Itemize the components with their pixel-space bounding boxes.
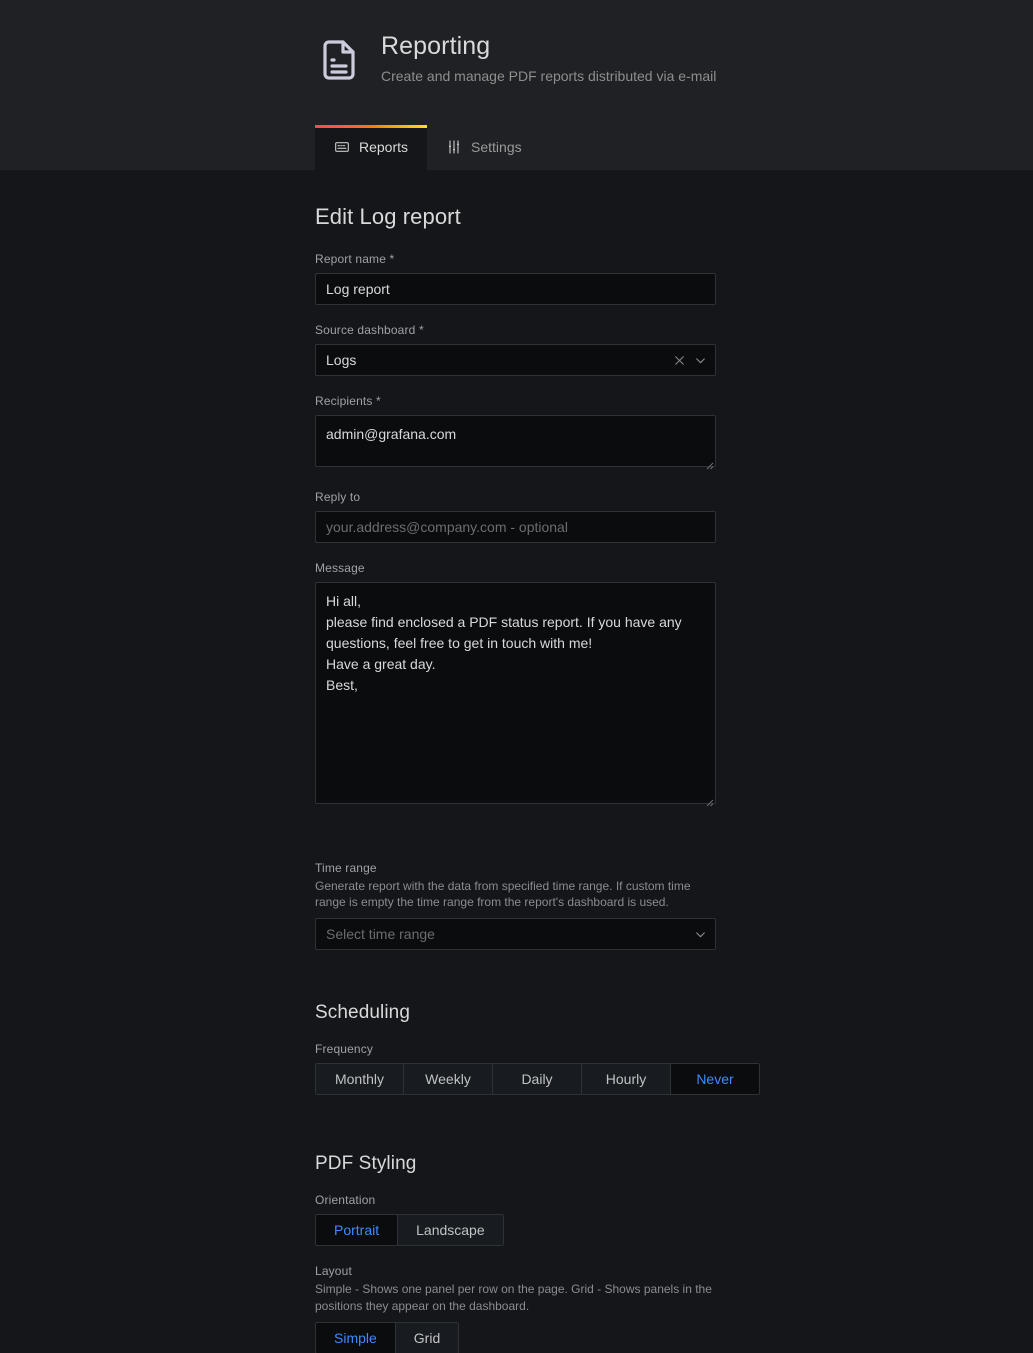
message-label: Message <box>315 561 365 575</box>
orientation-option-portrait[interactable]: Portrait <box>315 1214 399 1247</box>
frequency-option-hourly[interactable]: Hourly <box>582 1063 671 1096</box>
page-subtitle: Create and manage PDF reports distribute… <box>381 67 717 84</box>
report-name-input[interactable] <box>315 273 716 305</box>
source-dashboard-select[interactable]: Logs <box>315 344 716 376</box>
tab-reports-label: Reports <box>359 139 409 155</box>
reports-list-icon <box>334 139 350 155</box>
source-dashboard-value: Logs <box>326 352 357 368</box>
close-icon[interactable] <box>673 354 686 367</box>
frequency-radio-group: Monthly Weekly Daily Hourly Never <box>315 1063 760 1096</box>
tab-settings[interactable]: Settings <box>427 125 541 170</box>
scheduling-title: Scheduling <box>315 1002 411 1024</box>
field-frequency: Frequency Monthly Weekly Daily Hourly Ne… <box>315 1042 760 1096</box>
time-range-description: Generate report with the data from speci… <box>315 879 691 910</box>
frequency-option-monthly[interactable]: Monthly <box>315 1063 404 1096</box>
report-name-label: Report name * <box>315 252 395 266</box>
frequency-option-daily[interactable]: Daily <box>493 1063 582 1096</box>
layout-option-simple[interactable]: Simple <box>315 1321 396 1353</box>
reply-to-input[interactable] <box>315 511 716 543</box>
field-message: Message <box>315 561 716 809</box>
layout-option-grid[interactable]: Grid <box>395 1321 460 1353</box>
chevron-down-icon[interactable] <box>694 354 707 367</box>
tab-settings-label: Settings <box>471 139 522 155</box>
reply-to-label: Reply to <box>315 490 361 504</box>
pdf-styling-title: PDF Styling <box>315 1153 417 1175</box>
frequency-option-weekly[interactable]: Weekly <box>404 1063 493 1096</box>
source-dashboard-label: Source dashboard * <box>315 323 424 337</box>
recipients-input[interactable] <box>315 415 716 467</box>
orientation-radio-group: Portrait Landscape <box>315 1214 504 1247</box>
form-title: Edit Log report <box>315 204 461 229</box>
field-source-dashboard: Source dashboard * Logs <box>315 323 716 376</box>
report-edit-form: Edit Log report Report name * Source das… <box>0 170 1033 1353</box>
file-document-icon <box>315 36 363 84</box>
tab-bar: Reports Settings <box>315 125 541 170</box>
chevron-down-icon[interactable] <box>694 928 707 941</box>
orientation-option-landscape[interactable]: Landscape <box>398 1214 504 1247</box>
message-input[interactable] <box>315 582 716 804</box>
frequency-option-never[interactable]: Never <box>671 1063 760 1096</box>
page-title: Reporting <box>381 32 491 60</box>
field-time-range: Time range Generate report with the data… <box>315 861 716 951</box>
time-range-select[interactable]: Select time range <box>315 918 716 951</box>
tab-reports[interactable]: Reports <box>315 125 428 170</box>
field-orientation: Orientation Portrait Landscape <box>315 1193 716 1247</box>
field-layout: Layout Simple - Shows one panel per row … <box>315 1264 716 1353</box>
sliders-icon <box>446 139 462 155</box>
page-header: Reporting Create and manage PDF reports … <box>0 0 1033 170</box>
field-reply-to: Reply to <box>315 490 716 543</box>
layout-label: Layout <box>315 1264 352 1279</box>
layout-description: Simple - Shows one panel per row on the … <box>315 1282 712 1313</box>
field-recipients: Recipients * <box>315 394 716 472</box>
orientation-label: Orientation <box>315 1193 376 1208</box>
field-report-name: Report name * <box>315 252 716 305</box>
time-range-placeholder: Select time range <box>326 926 435 943</box>
time-range-label: Time range <box>315 861 377 875</box>
layout-radio-group: Simple Grid <box>315 1321 460 1353</box>
frequency-label: Frequency <box>315 1042 374 1057</box>
recipients-label: Recipients * <box>315 394 381 408</box>
